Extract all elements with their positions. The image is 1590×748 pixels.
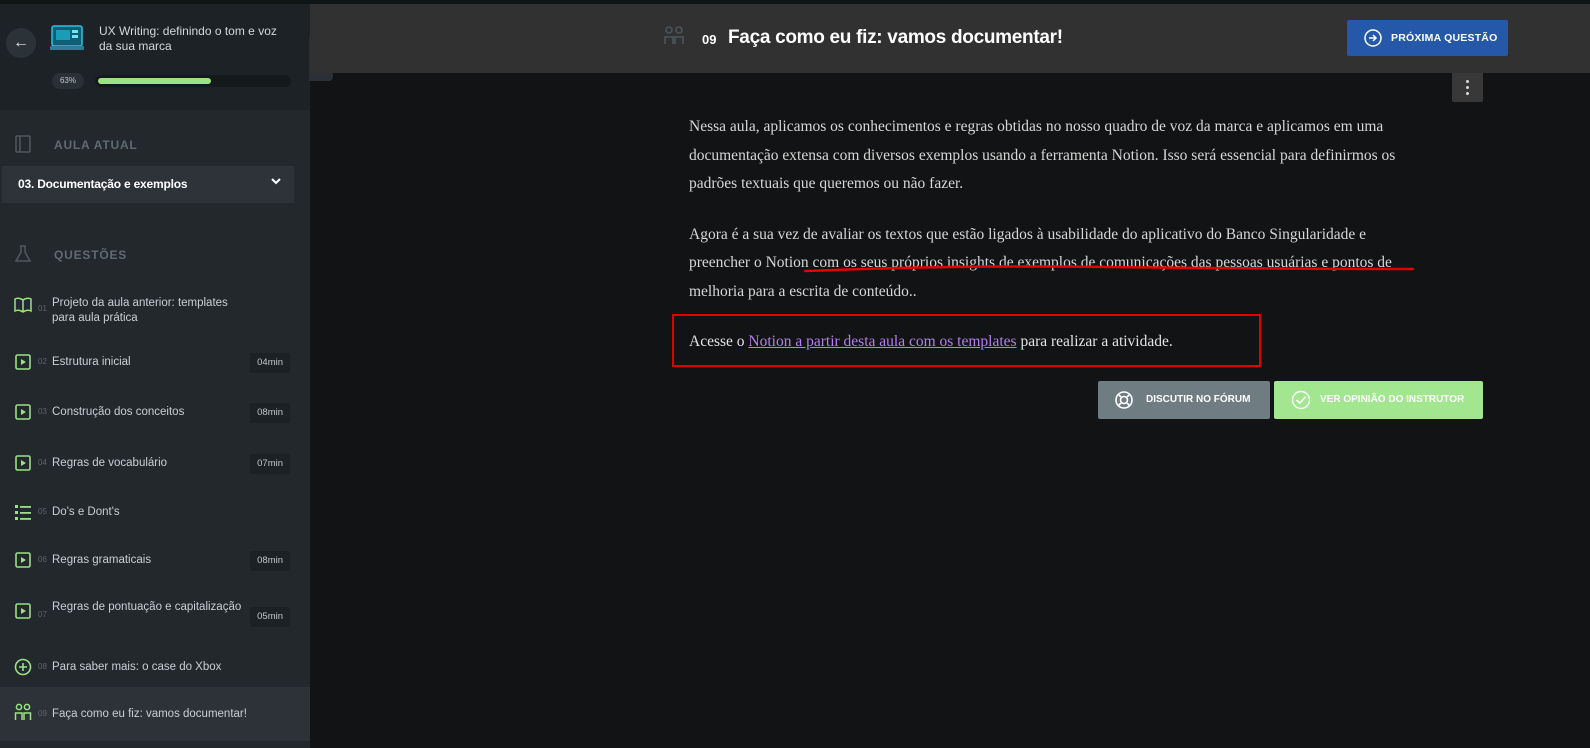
main-content: Nessa aula, aplicamos os conhecimentos e… <box>689 113 1429 328</box>
task-number: 02 <box>38 357 47 366</box>
task-item-05[interactable]: 05 Do's e Dont's <box>0 498 310 528</box>
lesson-dropdown[interactable]: 03. Documentação e exemplos <box>2 166 294 203</box>
task-duration-badge: 04min <box>250 353 290 373</box>
task-number: 07 <box>38 610 47 619</box>
task-item-04[interactable]: 04 Regras de vocabulário 07min <box>0 449 310 479</box>
people-icon <box>14 703 32 720</box>
task-item-09[interactable]: 09 Faça como eu fiz: vamos documentar! <box>0 687 310 741</box>
lesson-dropdown-value: 03. Documentação e exemplos <box>18 177 188 191</box>
video-play-icon <box>15 455 31 471</box>
current-lesson-label: AULA ATUAL <box>54 138 138 152</box>
red-underline-annotation <box>803 265 1415 273</box>
discuss-forum-label: DISCUTIR NO FÓRUM <box>1146 394 1251 405</box>
book-open-icon <box>14 297 32 313</box>
task-title: Do's e Dont's <box>52 506 120 518</box>
task-item-06[interactable]: 06 Regras gramaticais 08min <box>0 546 310 576</box>
video-play-icon <box>15 404 31 420</box>
video-play-icon <box>15 603 31 619</box>
task-title: Regras gramaticais <box>52 554 152 566</box>
page-title: Faça como eu fiz: vamos documentar! <box>728 27 1063 48</box>
page-header: 09 Faça como eu fiz: vamos documentar! P… <box>310 4 1590 73</box>
task-title: Construção dos conceitos <box>52 406 185 418</box>
task-number: 05 <box>38 507 47 516</box>
back-button[interactable]: ← <box>6 28 36 58</box>
flask-icon <box>14 245 32 262</box>
sidebar: ← UX Writing: definindo o tom e voz da s… <box>0 4 310 748</box>
next-question-label: PRÓXIMA QUESTÃO <box>1391 32 1498 44</box>
task-title: Para saber mais: o case do Xbox <box>52 661 222 673</box>
task-item-07[interactable]: 07 Regras de pontuação e capitalização 05m… <box>0 597 310 637</box>
task-item-03[interactable]: 03 Construção dos conceitos 08min <box>0 398 310 428</box>
task-title: Projeto da aula anterior: templates para… <box>52 297 228 324</box>
kebab-dot <box>1466 86 1469 89</box>
kebab-dot <box>1466 92 1469 95</box>
people-icon <box>664 26 684 44</box>
progress-bar <box>95 75 291 87</box>
plus-circle-icon <box>14 658 32 676</box>
task-duration-badge: 07min <box>250 454 290 474</box>
next-question-button[interactable]: PRÓXIMA QUESTÃO <box>1347 20 1508 56</box>
list-icon <box>15 505 31 520</box>
task-number: 03 <box>38 407 47 416</box>
progress-fill <box>98 78 211 84</box>
access-prefix: Acesse o <box>689 333 749 350</box>
questions-section: QUESTÕES <box>0 240 310 270</box>
task-item-01[interactable]: 01 Projeto da aula anterior: templates pa… <box>0 291 310 331</box>
access-notion-line: Acesse o Notion a partir desta aula com … <box>689 328 1173 356</box>
progress-percent: 63% <box>52 73 84 89</box>
task-number: 08 <box>38 662 47 671</box>
chevron-down-icon <box>271 178 281 185</box>
instructor-opinion-label: VER OPINIÃO DO INSTRUTOR <box>1320 394 1465 405</box>
book-icon <box>15 135 31 153</box>
course-icon <box>50 25 84 50</box>
task-item-08[interactable]: 08 Para saber mais: o case do Xbox <box>0 653 310 683</box>
questions-label: QUESTÕES <box>54 248 128 262</box>
task-number: 09 <box>38 709 47 718</box>
task-title: Estrutura inicial <box>52 356 131 368</box>
discuss-forum-button[interactable]: DISCUTIR NO FÓRUM <box>1098 381 1270 419</box>
task-title: Faça como eu fiz: vamos documentar! <box>52 708 247 720</box>
video-play-icon <box>15 354 31 370</box>
task-duration-badge: 08min <box>250 551 290 571</box>
question-number: 09 <box>702 32 717 47</box>
paragraph-intro: Nessa aula, aplicamos os conhecimentos e… <box>689 118 1396 192</box>
arrow-left-icon: ← <box>13 34 29 51</box>
top-border <box>0 0 1590 4</box>
video-play-icon <box>15 552 31 568</box>
notion-link[interactable]: Notion a partir desta aula com os templa… <box>748 333 1016 350</box>
task-number: 06 <box>38 555 47 564</box>
current-lesson-section: AULA ATUAL <box>0 130 310 160</box>
task-number: 04 <box>38 458 47 467</box>
instructor-opinion-button[interactable]: VER OPINIÃO DO INSTRUTOR <box>1274 381 1483 419</box>
lifebuoy-icon <box>1115 391 1133 409</box>
more-options-button[interactable] <box>1452 73 1483 102</box>
access-suffix: para realizar a atividade. <box>1016 333 1173 350</box>
course-header: ← UX Writing: definindo o tom e voz da s… <box>0 4 310 110</box>
arrow-right-circle-icon <box>1364 29 1382 47</box>
task-number: 01 <box>38 304 47 313</box>
course-title: UX Writing: definindo o tom e voz da sua… <box>99 24 277 53</box>
task-duration-badge: 08min <box>250 403 290 423</box>
check-circle-icon <box>1291 390 1311 410</box>
task-item-02[interactable]: 02 Estrutura inicial 04min <box>0 348 310 378</box>
kebab-dot <box>1466 80 1469 83</box>
task-duration-badge: 05min <box>250 607 290 627</box>
task-title: Regras de pontuação e capitalização <box>52 601 242 613</box>
task-title: Regras de vocabulário <box>52 457 168 469</box>
